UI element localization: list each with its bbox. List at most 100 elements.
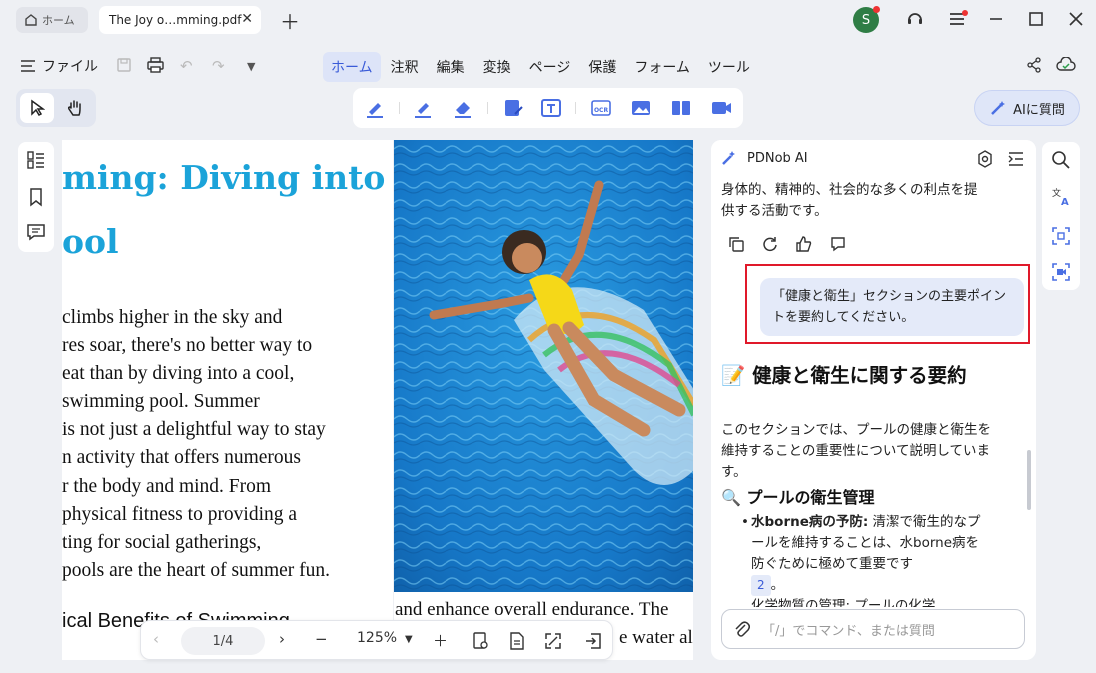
regenerate-icon[interactable] [761, 235, 779, 253]
maximize-icon[interactable] [1025, 8, 1047, 30]
compare-icon[interactable] [669, 96, 693, 120]
redo-icon[interactable]: ↷ [212, 57, 225, 75]
divider [399, 102, 400, 114]
edit-text-icon[interactable] [501, 96, 525, 120]
zoom-level[interactable]: 125% [357, 630, 397, 646]
previous-ai-answer: 身体的、精神的、社会的な多くの利点を提供する活動です。 [721, 182, 978, 219]
share-icon[interactable] [1026, 57, 1042, 77]
menu-annotate[interactable]: 注釈 [383, 52, 427, 82]
doc-line: eat than by diving into a cool, [62, 363, 295, 385]
ai-question-input[interactable]: 「/」でコマンド、または質問 [721, 609, 1025, 649]
menu-convert[interactable]: 変換 [475, 52, 519, 82]
right-rail: 文A [1042, 142, 1080, 290]
doc-line: swimming pool. Summer [62, 391, 260, 413]
reference-badge[interactable]: 2 [751, 575, 771, 596]
highlight-icon[interactable] [363, 96, 387, 120]
thumbnails-icon[interactable] [26, 150, 46, 170]
page-number-input[interactable]: 1/4 [181, 627, 265, 655]
fit-page-icon[interactable] [543, 631, 563, 651]
tab-home[interactable]: ホーム [16, 7, 88, 33]
doc-heading-line-1: ming: Diving into [62, 158, 386, 197]
title-bar: ホーム The Joy o…mming.pdf ✕ ＋ S [0, 0, 1096, 40]
minimize-icon[interactable] [985, 8, 1007, 30]
close-tab-icon[interactable]: ✕ [241, 11, 253, 27]
bookmark-icon[interactable] [26, 187, 46, 207]
answer-subheading: 🔍 プールの衛生管理 [721, 488, 875, 507]
pen-icon[interactable] [411, 96, 435, 120]
read-mode-icon[interactable] [471, 631, 491, 651]
ai-panel-title: PDNob AI [747, 150, 808, 166]
bullet-label: 水borne病の予防: [751, 514, 869, 530]
svg-text:OCR: OCR [594, 107, 609, 114]
pdnob-ai-logo-icon [722, 151, 735, 165]
avatar[interactable]: S [853, 6, 880, 33]
answer-actions [727, 235, 847, 253]
screenshot-icon[interactable] [1051, 226, 1071, 246]
bullet-end: 。 [770, 577, 785, 593]
quick-access-dropdown-icon[interactable]: ▼ [247, 60, 255, 73]
record-icon[interactable] [1051, 262, 1071, 282]
copy-icon[interactable] [727, 235, 745, 253]
file-menu-label: ファイル [42, 59, 98, 75]
attachment-icon[interactable] [734, 620, 750, 638]
doc-line: res soar, there's no better way to [62, 335, 313, 357]
settings-icon[interactable] [976, 150, 994, 168]
hamburger-icon [21, 60, 35, 72]
zoom-out-icon[interactable]: − [315, 630, 328, 648]
screen-record-icon[interactable] [709, 96, 733, 120]
hamburger-menu-icon[interactable] [946, 8, 968, 30]
panel-scrollbar[interactable] [1027, 450, 1031, 510]
doc-line: pools are the heart of summer fun. [62, 559, 331, 581]
zoom-in-icon[interactable]: ＋ [433, 630, 448, 651]
divider [487, 102, 488, 114]
page-view-icon[interactable] [507, 631, 527, 651]
menu-edit[interactable]: 編集 [429, 52, 473, 82]
undo-icon[interactable]: ↶ [180, 57, 193, 75]
tab-home-label: ホーム [42, 14, 75, 27]
doc-line: ting for social gatherings, [62, 531, 262, 553]
ask-ai-button[interactable]: AIに質問 [974, 90, 1080, 126]
close-window-icon[interactable] [1065, 8, 1087, 30]
menu-page[interactable]: ページ [521, 52, 579, 82]
menu-home[interactable]: ホーム [323, 52, 381, 82]
headset-icon[interactable] [904, 8, 926, 30]
mode-switch [16, 89, 96, 127]
menu-protect[interactable]: 保護 [580, 52, 624, 82]
image-icon[interactable] [629, 96, 653, 120]
doc-body-text: climbs higher in the sky and res soar, t… [62, 304, 330, 585]
next-page-icon[interactable]: › [279, 630, 285, 648]
left-rail [18, 142, 54, 252]
doc-line: is not just a delightful way to stay [62, 419, 326, 441]
thumbs-up-icon[interactable] [795, 235, 813, 253]
text-box-icon[interactable] [539, 96, 563, 120]
exit-icon[interactable] [583, 631, 603, 651]
doc-heading-line-2: ool [62, 222, 119, 261]
hand-tool-icon[interactable] [58, 93, 92, 123]
file-menu[interactable]: ファイル [20, 56, 98, 76]
doc-line: climbs higher in the sky and [62, 307, 283, 328]
ai-panel: PDNob AI 身体的、精神的、社会的な多くの利点を提供する活動です。 📝 健… [711, 140, 1036, 660]
menu-form[interactable]: フォーム [626, 52, 698, 82]
avatar-initial: S [861, 12, 871, 28]
search-icon[interactable] [1051, 150, 1071, 170]
thumbs-down-icon[interactable] [829, 235, 847, 253]
menu-tools[interactable]: ツール [700, 52, 758, 82]
zoom-dropdown-icon[interactable]: ▼ [405, 634, 413, 645]
input-placeholder: 「/」でコマンド、または質問 [762, 623, 935, 639]
tab-document[interactable]: The Joy o…mming.pdf ✕ [99, 6, 261, 34]
ocr-icon[interactable]: OCR [589, 96, 613, 120]
ask-ai-label: AIに質問 [1013, 102, 1065, 118]
doc-line: n activity that offers numerous [62, 447, 301, 469]
comment-icon[interactable] [26, 222, 46, 242]
collapse-panel-icon[interactable] [1007, 150, 1025, 168]
select-tool-icon[interactable] [20, 93, 54, 123]
cloud-icon[interactable] [1056, 56, 1076, 77]
translate-icon[interactable]: 文A [1051, 186, 1071, 206]
eraser-icon[interactable] [451, 96, 475, 120]
answer-body: このセクションでは、プールの健康と衛生を維持することの重要性について説明していま… [721, 422, 991, 480]
prev-page-icon[interactable]: ‹ [153, 630, 159, 648]
save-icon[interactable] [116, 57, 132, 77]
new-tab-button[interactable]: ＋ [280, 6, 300, 35]
bullet-dot: • [741, 514, 749, 530]
print-icon[interactable] [147, 57, 164, 77]
